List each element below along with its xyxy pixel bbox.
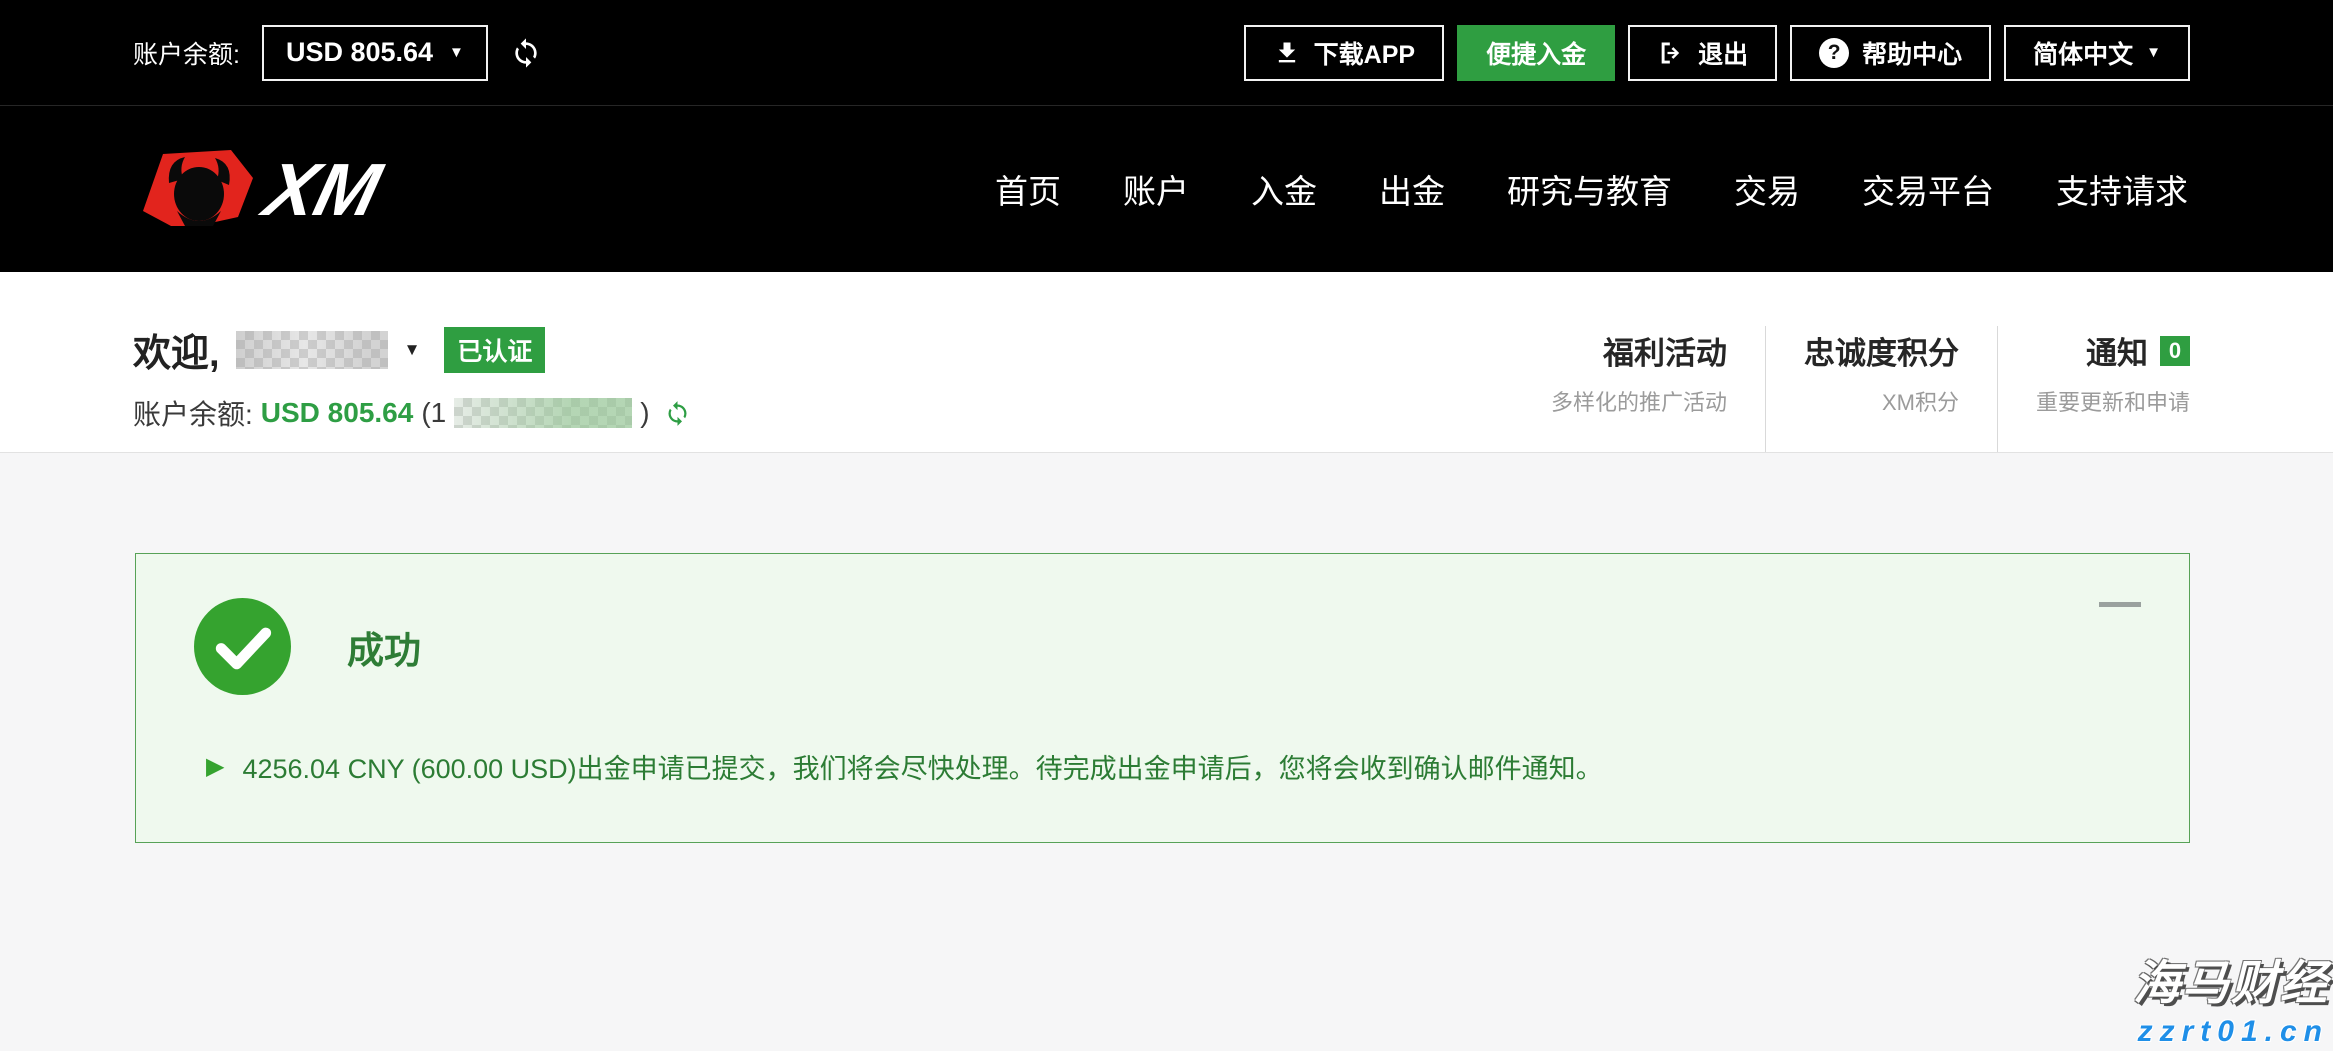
- shortcut-loyalty-points[interactable]: 忠诚度积分 XM积分: [1765, 326, 1997, 452]
- nav-item-trading[interactable]: 交易: [1734, 165, 1800, 213]
- nav-item-home[interactable]: 首页: [995, 165, 1061, 213]
- help-center-label: 帮助中心: [1862, 35, 1962, 71]
- help-center-button[interactable]: ? 帮助中心: [1790, 25, 1991, 81]
- triangle-bullet-icon: ▶: [206, 755, 224, 779]
- language-label: 简体中文: [2033, 35, 2133, 71]
- welcome-balance-value: USD 805.64: [261, 397, 414, 429]
- logout-icon: [1657, 39, 1685, 67]
- account-balance-dropdown[interactable]: USD 805.64 ▼: [262, 25, 488, 81]
- account-number-suffix: ): [640, 397, 649, 429]
- withdrawal-success-message: 4256.04 CNY (600.00 USD)出金申请已提交，我们将会尽快处理…: [242, 747, 1602, 786]
- shortcut-promotions[interactable]: 福利活动 多样化的推广活动: [1551, 326, 1765, 452]
- welcome-shortcuts: 福利活动 多样化的推广活动 忠诚度积分 XM积分 通知 0 重要更新和申请: [1551, 326, 2190, 452]
- refresh-balance-button[interactable]: [510, 37, 542, 69]
- account-number-blurred: [454, 398, 632, 428]
- nav-item-account[interactable]: 账户: [1123, 165, 1189, 213]
- question-mark-icon: ?: [1819, 38, 1849, 68]
- main-navbar: XM 首页 账户 入金 出金 研究与教育 交易 交易平台 支持请求: [0, 105, 2333, 272]
- quick-deposit-label: 便捷入金: [1486, 35, 1586, 71]
- shortcut-subtitle: 重要更新和申请: [2036, 385, 2190, 417]
- welcome-section: 欢迎, ▼ 已认证 账户余额: USD 805.64 (1 ) 福利活动 多样化…: [0, 272, 2333, 452]
- language-dropdown[interactable]: 简体中文 ▼: [2004, 25, 2190, 81]
- shortcut-subtitle: XM积分: [1804, 385, 1959, 417]
- chevron-down-icon: ▼: [449, 45, 464, 60]
- nav-item-deposit[interactable]: 入金: [1251, 165, 1317, 213]
- quick-deposit-button[interactable]: 便捷入金: [1457, 25, 1615, 81]
- shortcut-title: 福利活动: [1551, 328, 1727, 373]
- chevron-down-icon[interactable]: ▼: [404, 340, 421, 360]
- refresh-account-button[interactable]: [664, 400, 691, 427]
- nav-item-platforms[interactable]: 交易平台: [1862, 165, 1994, 213]
- nav-item-support[interactable]: 支持请求: [2056, 165, 2188, 213]
- collapse-panel-button[interactable]: [2099, 602, 2141, 607]
- notifications-label: 通知: [2086, 328, 2148, 373]
- shortcut-notifications[interactable]: 通知 0 重要更新和申请: [1997, 326, 2190, 452]
- download-app-label: 下载APP: [1314, 35, 1415, 71]
- main-content: 成功 ▶ 4256.04 CNY (600.00 USD)出金申请已提交，我们将…: [0, 452, 2333, 1051]
- topbar-balance-group: 账户余额: USD 805.64 ▼: [133, 25, 542, 81]
- success-alert-panel: 成功 ▶ 4256.04 CNY (600.00 USD)出金申请已提交，我们将…: [135, 553, 2190, 843]
- shortcut-title: 忠诚度积分: [1804, 328, 1959, 373]
- account-number-prefix: (1: [421, 397, 446, 429]
- success-title: 成功: [347, 620, 421, 674]
- bull-head: [174, 167, 224, 221]
- shortcut-subtitle: 多样化的推广活动: [1551, 385, 1727, 417]
- top-utility-bar: 账户余额: USD 805.64 ▼ 下载APP 便捷入金 退出 ? 帮助中心 …: [0, 0, 2333, 105]
- logo-xm-text: XM: [253, 149, 390, 229]
- success-check-icon: [194, 598, 291, 695]
- logout-button[interactable]: 退出: [1628, 25, 1777, 81]
- refresh-icon: [510, 37, 542, 69]
- shortcut-title: 通知 0: [2036, 328, 2190, 373]
- download-app-button[interactable]: 下载APP: [1244, 25, 1444, 81]
- topbar-actions: 下载APP 便捷入金 退出 ? 帮助中心 简体中文 ▼: [1244, 25, 2190, 81]
- logout-label: 退出: [1698, 35, 1748, 71]
- xm-logo[interactable]: XM: [133, 149, 401, 229]
- main-nav-menu: 首页 账户 入金 出金 研究与教育 交易 交易平台 支持请求: [995, 165, 2188, 213]
- nav-item-withdraw[interactable]: 出金: [1379, 165, 1445, 213]
- nav-item-research-education[interactable]: 研究与教育: [1507, 165, 1672, 213]
- welcome-left: 欢迎, ▼ 已认证 账户余额: USD 805.64 (1 ): [133, 322, 691, 452]
- topbar-balance-label: 账户余额:: [133, 35, 240, 71]
- refresh-icon: [664, 400, 691, 427]
- verified-status-badge: 已认证: [444, 327, 545, 373]
- username-blurred[interactable]: [236, 331, 388, 369]
- notifications-count-badge: 0: [2160, 336, 2190, 366]
- welcome-balance-label: 账户余额:: [133, 393, 253, 433]
- chevron-down-icon: ▼: [2146, 45, 2161, 60]
- download-icon: [1273, 39, 1301, 67]
- welcome-greeting: 欢迎,: [133, 322, 220, 377]
- account-balance-value: USD 805.64: [286, 37, 433, 68]
